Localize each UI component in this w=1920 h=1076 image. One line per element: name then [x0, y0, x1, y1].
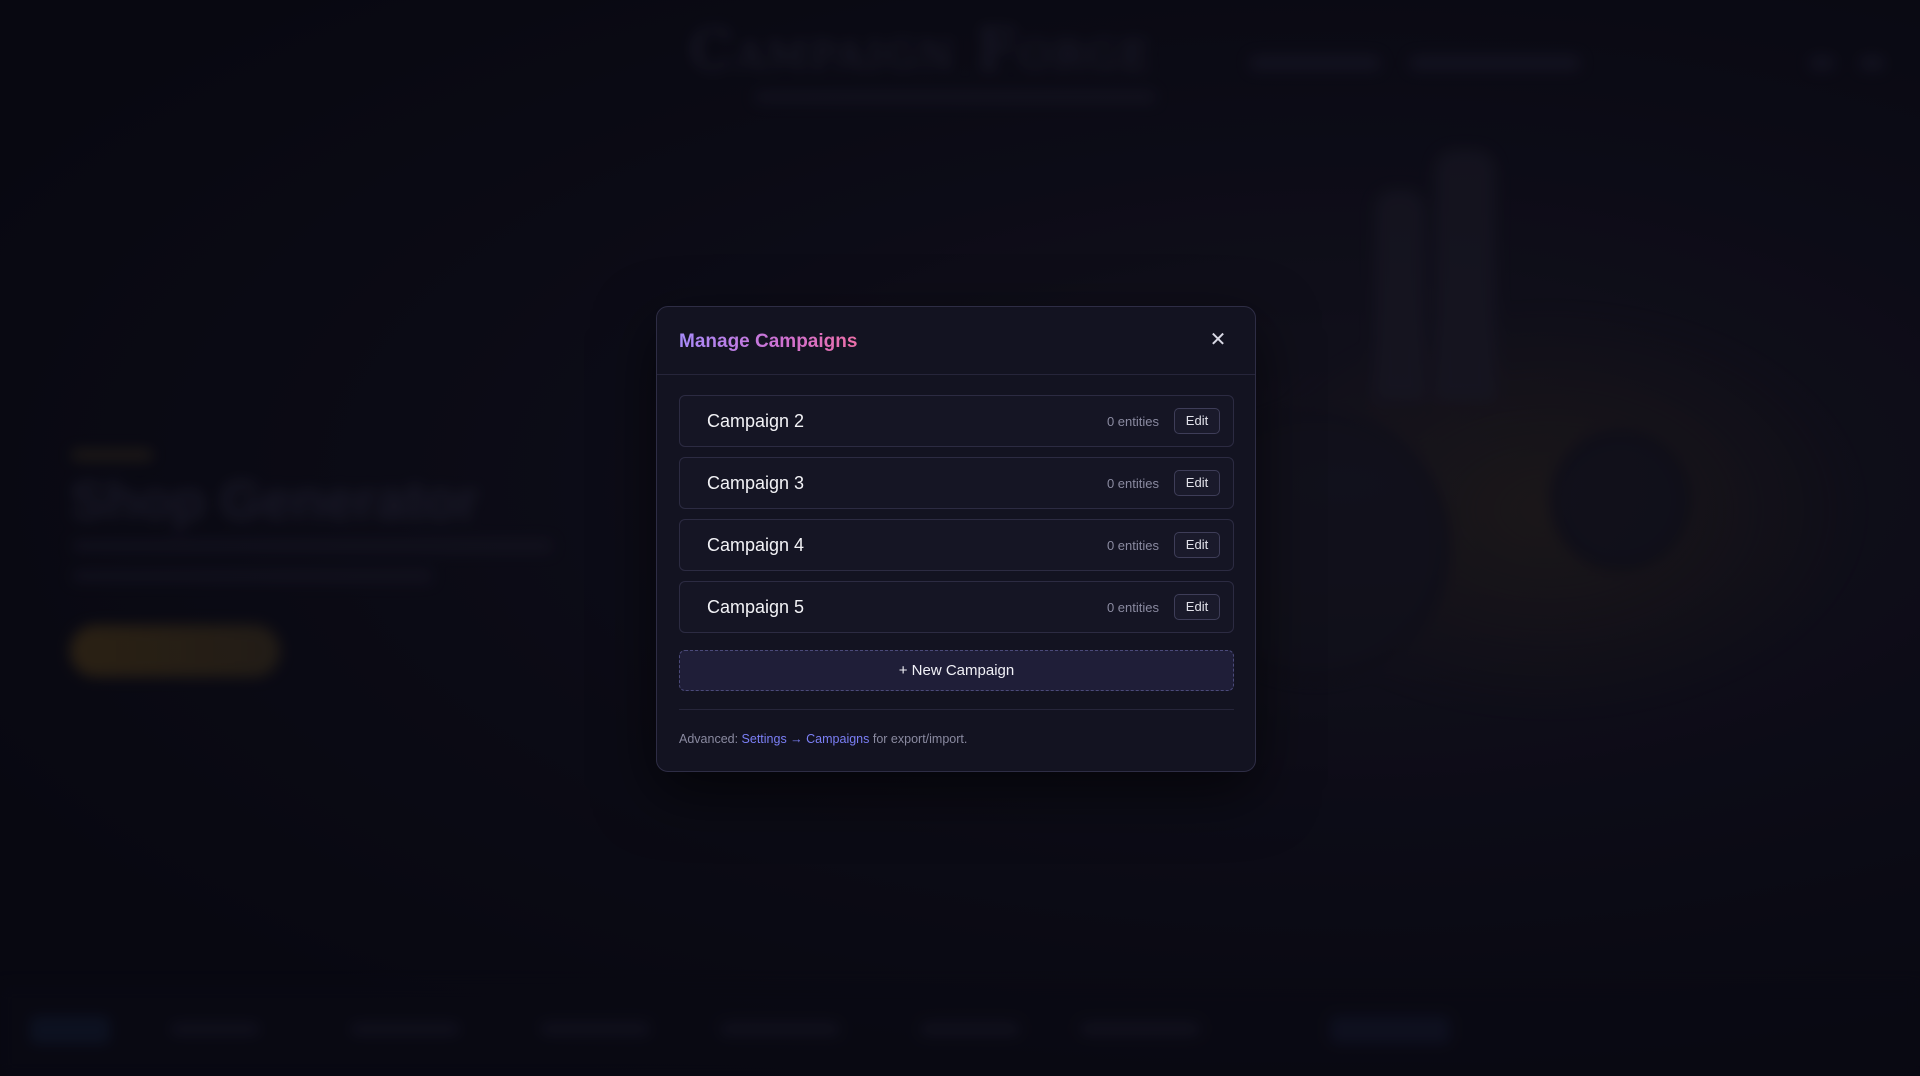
campaign-row[interactable]: Campaign 5 0 entities Edit: [679, 581, 1234, 633]
campaign-name: Campaign 5: [707, 597, 805, 617]
campaign-entity-count: 0 entities: [1106, 476, 1159, 491]
advanced-footnote: Advanced: Settings → Campaigns for expor…: [679, 732, 967, 746]
new-campaign-button[interactable]: + New Campaign: [679, 650, 1234, 691]
edit-campaign-button[interactable]: Edit: [1174, 408, 1220, 434]
app-page: Campaign Forge Shop Generator Manage Cam…: [0, 0, 1920, 1076]
close-icon[interactable]: ✕: [1207, 329, 1229, 351]
campaign-row[interactable]: Campaign 4 0 entities Edit: [679, 519, 1234, 571]
manage-campaigns-modal: Manage Campaigns ✕ Campaign 2 0 entities…: [656, 306, 1256, 772]
footnote-suffix: for export/import.: [869, 732, 968, 746]
settings-campaigns-link[interactable]: Settings → Campaigns: [742, 732, 870, 746]
campaign-entity-count: 0 entities: [1106, 414, 1159, 429]
footnote-prefix: Advanced:: [679, 732, 742, 746]
campaign-entity-count: 0 entities: [1106, 538, 1159, 553]
edit-campaign-button[interactable]: Edit: [1174, 470, 1220, 496]
campaign-row[interactable]: Campaign 3 0 entities Edit: [679, 457, 1234, 509]
modal-title: Manage Campaigns: [679, 331, 858, 352]
campaign-name: Campaign 2: [707, 411, 805, 431]
edit-campaign-button[interactable]: Edit: [1174, 532, 1220, 558]
campaign-entity-count: 0 entities: [1106, 600, 1159, 615]
campaign-row[interactable]: Campaign 2 0 entities Edit: [679, 395, 1234, 447]
modal-header: Manage Campaigns ✕: [657, 307, 1255, 375]
campaign-name: Campaign 3: [707, 473, 805, 493]
campaign-list: Campaign 2 0 entities Edit Campaign 3 0 …: [679, 395, 1234, 643]
edit-campaign-button[interactable]: Edit: [1174, 594, 1220, 620]
divider: [679, 709, 1234, 710]
campaign-name: Campaign 4: [707, 535, 805, 555]
